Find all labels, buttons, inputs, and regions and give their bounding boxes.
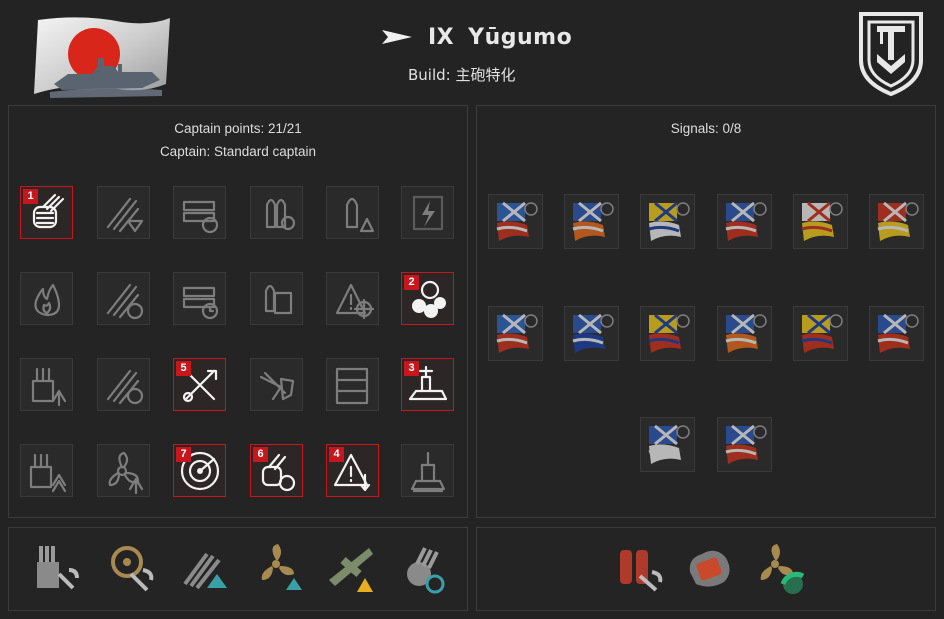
- skill-order-badge: 4: [329, 447, 344, 462]
- signal-flag-8-icon: [572, 313, 614, 353]
- signal-slot[interactable]: [869, 194, 924, 249]
- consumable-timer-icon: [182, 286, 219, 320]
- signal-flag-5-icon: [801, 201, 843, 241]
- signal-slot[interactable]: [488, 194, 543, 249]
- ship-silhouette-icon: [410, 451, 446, 493]
- signal-slot[interactable]: [717, 417, 772, 472]
- skill-container[interactable]: [326, 358, 379, 411]
- container-icon: [335, 367, 369, 405]
- signal-flag-9-icon: [648, 313, 690, 353]
- smoke-generator-icon[interactable]: [680, 540, 736, 596]
- skill-ship-silhouette[interactable]: [401, 444, 454, 497]
- propulsion-modification-icon[interactable]: [252, 540, 308, 596]
- aircraft-warning-modification-icon[interactable]: [323, 540, 379, 596]
- main-armaments-modification-icon[interactable]: [29, 540, 85, 596]
- skill-consumable-timer[interactable]: [173, 272, 226, 325]
- captain-points: Captain points: 21/21: [174, 121, 302, 136]
- signal-slot[interactable]: [564, 194, 619, 249]
- signal-flag-10-icon: [725, 313, 767, 353]
- skill-shell-reload[interactable]: [250, 186, 303, 239]
- skill-target-warning[interactable]: [326, 272, 379, 325]
- signal-slot[interactable]: [717, 306, 772, 361]
- signal-flag-14-icon: [725, 424, 767, 464]
- skill-crossed-tools[interactable]: 5: [173, 358, 226, 411]
- ship-title: IX Yūgumo: [380, 22, 572, 52]
- signal-slot[interactable]: [793, 306, 848, 361]
- signal-flag-6-icon: [877, 201, 919, 241]
- torpedo-reload-icon: [106, 369, 144, 405]
- skill-shell-warning[interactable]: [326, 186, 379, 239]
- signal-slot[interactable]: [640, 194, 695, 249]
- signal-flag-4-icon: [725, 201, 767, 241]
- skill-ammo-crate[interactable]: [250, 272, 303, 325]
- destroyer-class-icon: [382, 30, 412, 44]
- signal-flag-2-icon: [572, 201, 614, 241]
- skill-fire[interactable]: [20, 272, 73, 325]
- upgrades-panel: [8, 527, 468, 611]
- signal-flag-1-icon: [496, 201, 538, 241]
- signal-slot[interactable]: [640, 306, 695, 361]
- skill-order-badge: 2: [404, 275, 419, 290]
- aircraft-shield-icon: [259, 371, 295, 401]
- skill-order-badge: 5: [176, 361, 191, 376]
- ammo-crate-icon: [264, 284, 293, 315]
- skill-torpedo-ready-alert[interactable]: [97, 186, 150, 239]
- damage-control-party-icon[interactable]: [610, 540, 666, 596]
- signal-slot[interactable]: [564, 306, 619, 361]
- consumables-panel: [476, 527, 936, 611]
- skill-torpedo-speed[interactable]: [97, 272, 150, 325]
- tier-emblem-icon: [855, 8, 927, 98]
- skill-order-badge: 7: [176, 447, 191, 462]
- signal-slot[interactable]: [488, 306, 543, 361]
- ship-name: Yūgumo: [468, 24, 573, 50]
- shell-reload-icon: [265, 198, 296, 231]
- lightning-icon: [412, 195, 444, 231]
- skill-torpedo-reload[interactable]: [97, 358, 150, 411]
- skill-lightning[interactable]: [401, 186, 454, 239]
- shell-warning-icon: [345, 197, 375, 233]
- engine-boost-icon[interactable]: [753, 540, 809, 596]
- signal-flag-3-icon: [648, 201, 690, 241]
- skill-aircraft-shield[interactable]: [250, 358, 303, 411]
- signal-slot[interactable]: [717, 194, 772, 249]
- fire-icon: [34, 283, 61, 317]
- signal-slot[interactable]: [793, 194, 848, 249]
- ship-tier: IX: [428, 24, 455, 50]
- skill-order-badge: 3: [404, 361, 419, 376]
- turret-boost-icon: [29, 453, 67, 493]
- build-name: Build: 主砲特化: [408, 66, 516, 84]
- skill-order-badge: 1: [23, 189, 38, 204]
- skill-radar[interactable]: 7: [173, 444, 226, 497]
- skill-consumable-reload[interactable]: [173, 186, 226, 239]
- skill-order-badge: 6: [253, 447, 268, 462]
- signal-slot[interactable]: [869, 306, 924, 361]
- signal-flag-12-icon: [877, 313, 919, 353]
- consumable-reload-icon: [182, 200, 219, 234]
- signals-count: Signals: 0/8: [670, 121, 742, 136]
- signal-flag-13-icon: [648, 424, 690, 464]
- skill-warning-down[interactable]: 4: [326, 444, 379, 497]
- torpedo-speed-icon: [106, 283, 144, 320]
- target-warning-icon: [335, 283, 375, 320]
- skill-shell-cycle[interactable]: 6: [250, 444, 303, 497]
- captain-name: Captain: Standard captain: [159, 144, 317, 159]
- skill-turret-boost[interactable]: [20, 444, 73, 497]
- turret-upgrade-icon: [31, 367, 67, 407]
- signal-slot[interactable]: [640, 417, 695, 472]
- signal-flag-7-icon: [496, 313, 538, 353]
- torpedo-ready-alert-icon: [106, 197, 144, 233]
- propeller-up-icon: [108, 451, 144, 495]
- signal-flag-11-icon: [801, 313, 843, 353]
- japan-flag-icon: [32, 14, 172, 100]
- skill-battleship[interactable]: 3: [401, 358, 454, 411]
- gun-reload-modification-icon[interactable]: [395, 540, 451, 596]
- captain-skills-panel: Captain points: 21/21 Captain: Standard …: [8, 105, 468, 518]
- torpedo-tubes-modification-icon[interactable]: [177, 540, 233, 596]
- steering-gears-modification-icon[interactable]: [103, 540, 159, 596]
- skill-main-battery-reload[interactable]: 1: [20, 186, 73, 239]
- skill-propeller-up[interactable]: [97, 444, 150, 497]
- signals-panel: Signals: 0/8: [476, 105, 936, 518]
- skill-turret-upgrade[interactable]: [20, 358, 73, 411]
- skill-smoke-helm[interactable]: 2: [401, 272, 454, 325]
